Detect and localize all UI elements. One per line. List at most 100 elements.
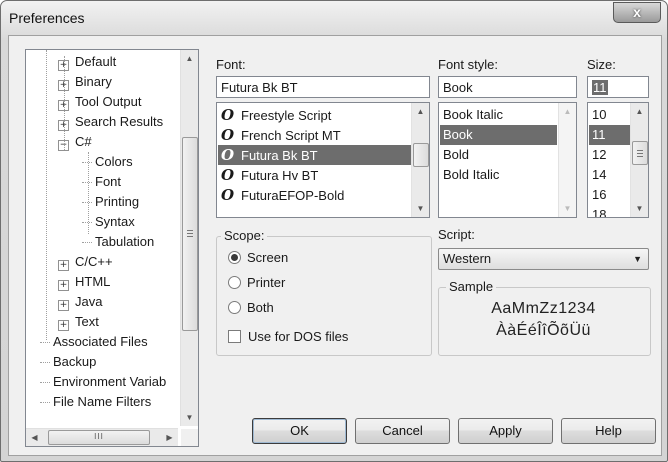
- scroll-down-icon[interactable]: ▼: [181, 409, 198, 426]
- checkbox-icon[interactable]: [228, 330, 241, 343]
- size-list[interactable]: 10111214161820 ▲ ▼: [587, 102, 649, 218]
- tree-item[interactable]: Environment Variab: [40, 372, 166, 392]
- tree-connector: [82, 162, 92, 164]
- tree-item[interactable]: + Search Results: [58, 112, 163, 132]
- sample-line-1: AaMmZz1234: [491, 300, 596, 317]
- tree-item[interactable]: + C/C++: [58, 252, 113, 272]
- font-list-item[interactable]: O Futura Bk BT: [218, 145, 411, 165]
- scope-screen-radio[interactable]: Screen: [228, 250, 288, 265]
- close-icon[interactable]: x: [633, 4, 641, 20]
- dropdown-arrow-icon[interactable]: ▼: [633, 249, 642, 269]
- tree-item[interactable]: Tabulation: [82, 232, 154, 252]
- font-style-label: Font style:: [438, 57, 498, 72]
- tree-item[interactable]: + Tool Output: [58, 92, 142, 112]
- size-list-item[interactable]: 10: [589, 105, 630, 125]
- size-list-item[interactable]: 12: [589, 145, 630, 165]
- style-list-item-label: Book: [443, 127, 473, 142]
- scroll-down-icon[interactable]: ▼: [412, 200, 429, 217]
- plus-expander-icon[interactable]: +: [58, 300, 69, 311]
- font-list-item[interactable]: O Freestyle Script: [218, 105, 411, 125]
- scroll-down-icon[interactable]: ▼: [631, 200, 648, 217]
- tree-item[interactable]: + HTML: [58, 272, 110, 292]
- size-list-item[interactable]: 11: [589, 125, 630, 145]
- font-style-list[interactable]: Book Italic Book Bold Bold Italic ▲ ▼: [438, 102, 577, 218]
- tree-scroll-thumb[interactable]: [182, 137, 198, 331]
- tree-item[interactable]: + Java: [58, 292, 102, 312]
- plus-expander-icon[interactable]: +: [58, 320, 69, 331]
- font-list-item-label: French Script MT: [241, 128, 341, 143]
- font-style-input[interactable]: Book: [438, 76, 577, 98]
- tree-item-label: C/C++: [75, 254, 113, 269]
- radio-selected-icon[interactable]: [228, 251, 241, 264]
- grip-line: [637, 150, 643, 151]
- tree-hscroll-thumb[interactable]: III: [48, 430, 150, 445]
- tree-horizontal-scrollbar[interactable]: ◀ III ▶: [26, 428, 178, 446]
- tree-item[interactable]: File Name Filters: [40, 392, 151, 412]
- size-label: Size:: [587, 57, 616, 72]
- font-list-item[interactable]: O FuturaEFOP-Bold: [218, 185, 411, 205]
- scroll-down-icon[interactable]: ▼: [559, 200, 576, 217]
- radio-icon[interactable]: [228, 276, 241, 289]
- tree-vertical-scrollbar[interactable]: ▲ ▼: [180, 50, 198, 426]
- scroll-up-icon[interactable]: ▲: [559, 103, 576, 120]
- radio-icon[interactable]: [228, 301, 241, 314]
- tree-item[interactable]: Syntax: [82, 212, 135, 232]
- style-list-item[interactable]: Bold Italic: [440, 165, 557, 185]
- size-list-item[interactable]: 16: [589, 185, 630, 205]
- font-list-scrollbar[interactable]: ▲ ▼: [411, 103, 429, 217]
- font-list[interactable]: O Freestyle Script O French Script MT O Futur…: [216, 102, 430, 218]
- size-list-scrollbar[interactable]: ▲ ▼: [630, 103, 648, 217]
- help-button[interactable]: Help: [561, 418, 656, 444]
- window-title: Preferences: [9, 10, 85, 26]
- font-list-thumb[interactable]: [413, 143, 429, 167]
- tree-item[interactable]: + Default: [58, 52, 116, 72]
- tree-item[interactable]: Colors: [82, 152, 133, 172]
- plus-expander-icon[interactable]: +: [58, 280, 69, 291]
- font-list-item-label: Freestyle Script: [241, 108, 332, 123]
- font-list-item-label: FuturaEFOP-Bold: [241, 188, 345, 203]
- scope-printer-radio[interactable]: Printer: [228, 275, 285, 290]
- tree-item-label: Text: [75, 314, 99, 329]
- scope-both-radio[interactable]: Both: [228, 300, 274, 315]
- preferences-window: Preferences x + Default + Binary + Tool Outpu…: [0, 0, 668, 462]
- tree-guide-line: [64, 56, 65, 150]
- font-list-item[interactable]: O French Script MT: [218, 125, 411, 145]
- size-input[interactable]: 11: [587, 76, 649, 98]
- plus-expander-icon[interactable]: +: [58, 260, 69, 271]
- scope-label: Scope:: [221, 228, 268, 243]
- tree-item[interactable]: + Text: [58, 312, 99, 332]
- scroll-corner: [181, 429, 198, 446]
- style-list-item-label: Bold Italic: [443, 167, 500, 182]
- tree-item[interactable]: + Binary: [58, 72, 112, 92]
- category-tree[interactable]: + Default + Binary + Tool Output + Search Resul…: [25, 49, 199, 447]
- style-list-item-label: Book Italic: [443, 107, 503, 122]
- tree-item[interactable]: Printing: [82, 192, 139, 212]
- font-list-item-label: Futura Bk BT: [241, 148, 318, 163]
- size-list-thumb[interactable]: [632, 141, 648, 165]
- font-input[interactable]: Futura Bk BT: [216, 76, 430, 98]
- scroll-right-icon[interactable]: ▶: [161, 429, 178, 446]
- style-list-scrollbar[interactable]: ▲ ▼: [558, 103, 576, 217]
- script-select[interactable]: Western ▼: [438, 248, 649, 270]
- font-type-icon: O: [221, 166, 235, 184]
- ok-button[interactable]: OK: [252, 418, 347, 444]
- grip-line: [187, 230, 193, 231]
- style-list-item[interactable]: Book: [440, 125, 557, 145]
- font-list-item[interactable]: O Futura Hv BT: [218, 165, 411, 185]
- cancel-button[interactable]: Cancel: [355, 418, 450, 444]
- scroll-up-icon[interactable]: ▲: [412, 103, 429, 120]
- tree-item[interactable]: Associated Files: [40, 332, 148, 352]
- scroll-left-icon[interactable]: ◀: [26, 429, 43, 446]
- dos-files-checkbox[interactable]: Use for DOS files: [228, 329, 348, 344]
- tree-connector: [82, 182, 92, 184]
- close-button[interactable]: x: [613, 2, 661, 23]
- style-list-item[interactable]: Book Italic: [440, 105, 557, 125]
- tree-item-label: Java: [75, 294, 103, 309]
- apply-button[interactable]: Apply: [458, 418, 553, 444]
- style-list-item[interactable]: Bold: [440, 145, 557, 165]
- size-list-item[interactable]: 14: [589, 165, 630, 185]
- scroll-up-icon[interactable]: ▲: [181, 50, 198, 67]
- tree-item[interactable]: Backup: [40, 352, 96, 372]
- size-list-item[interactable]: 18: [589, 205, 630, 217]
- scroll-up-icon[interactable]: ▲: [631, 103, 648, 120]
